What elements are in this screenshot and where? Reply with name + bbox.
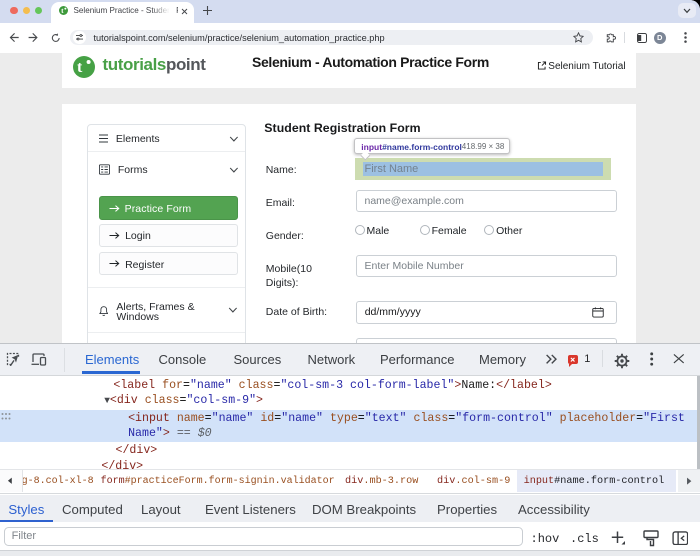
svg-text:t: t xyxy=(77,59,83,76)
